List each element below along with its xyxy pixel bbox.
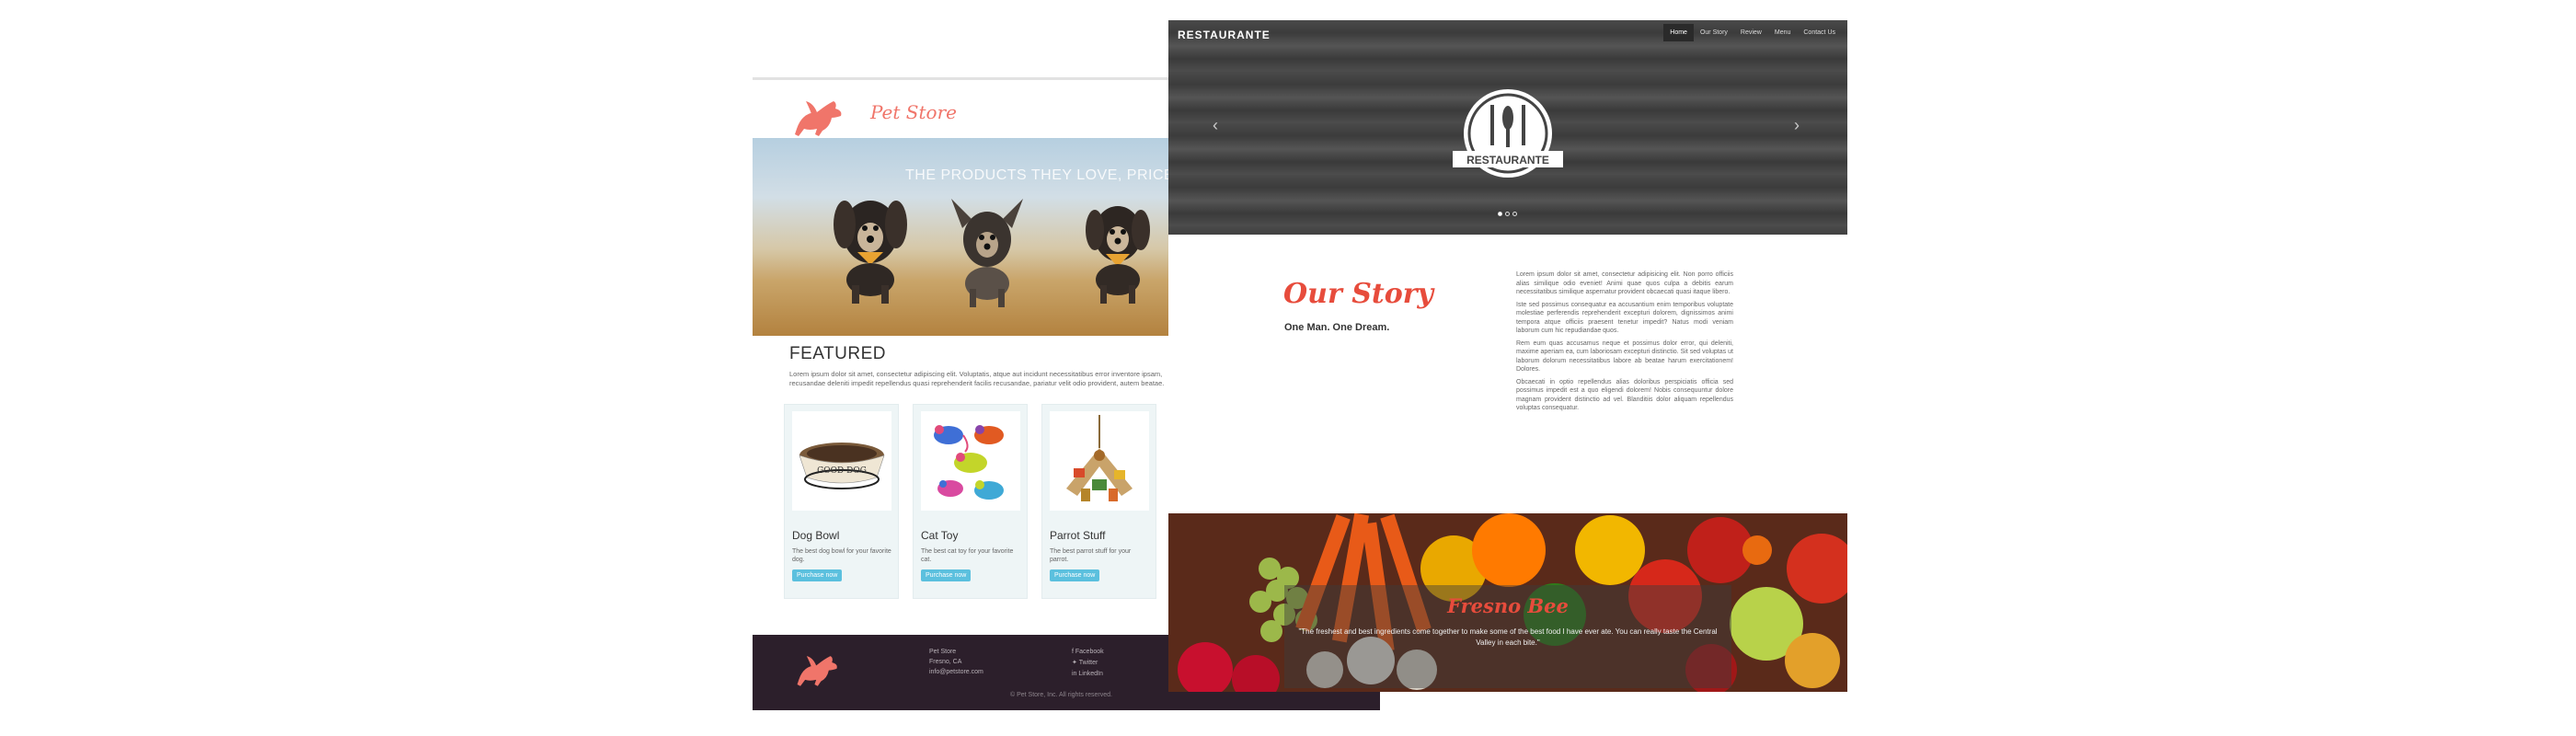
dog-bowl-image: GOOD DOG: [792, 411, 891, 511]
nav-home[interactable]: Home: [1663, 24, 1694, 41]
hero-carousel: RESTAURANTE Home Our Story Review Menu C…: [1168, 20, 1847, 235]
our-story-body: Lorem ipsum dolor sit amet, consectetur …: [1516, 270, 1733, 417]
twitter-icon: ✦: [1072, 660, 1079, 666]
running-dog-logo-icon: [795, 101, 842, 136]
main-nav: Home Our Story Review Menu Contact Us: [1663, 24, 1842, 41]
restaurante-brand[interactable]: RESTAURANTE: [1178, 29, 1271, 41]
footer-copyright: © Pet Store, Inc. All rights reserved.: [1010, 692, 1112, 698]
product-name: Dog Bowl: [792, 529, 840, 542]
dog-bowl-icon: GOOD DOG: [799, 443, 885, 489]
dog-photo-2: [951, 199, 1023, 307]
product-name: Parrot Stuff: [1050, 529, 1106, 542]
our-story-title: Our Story: [1283, 278, 1433, 310]
product-description: The best cat toy for your favorite cat.: [921, 548, 1014, 563]
hero-tagline: THE PRODUCTS THEY LOVE, PRICES THAT: [905, 167, 1168, 183]
hero-banner: THE PRODUCTS THEY LOVE, PRICES THAT: [753, 138, 1168, 336]
featured-description: Lorem ipsum dolor sit amet, consectetur …: [789, 370, 1165, 387]
carousel-dot-active[interactable]: [1498, 212, 1502, 216]
carousel-next-icon[interactable]: ›: [1794, 116, 1800, 135]
footer-social-links: f Facebook ✦ Twitter in LinkedIn: [1072, 647, 1104, 680]
product-name: Cat Toy: [921, 529, 959, 542]
product-description: The best parrot stuff for your parrot.: [1050, 548, 1132, 563]
nav-review[interactable]: Review: [1734, 24, 1768, 41]
story-paragraph: Iste sed possimus consequatur ea accusan…: [1516, 301, 1733, 335]
footer-address-line: Pet Store: [929, 649, 957, 655]
dog-photo-3: [1086, 206, 1150, 304]
cat-toy-image: [921, 411, 1020, 511]
review-quote-text: "The freshest and best ingredients come …: [1298, 627, 1718, 647]
carousel-dot[interactable]: [1512, 212, 1517, 216]
dog-photo-1: [834, 201, 907, 304]
restaurante-mockup: RESTAURANTE Home Our Story Review Menu C…: [1168, 20, 1847, 692]
nav-contact-us[interactable]: Contact Us: [1797, 24, 1842, 41]
footer-dog-logo-icon: [797, 656, 837, 686]
purchase-button[interactable]: Purchase now: [792, 569, 843, 581]
product-card-cat-toy[interactable]: Cat Toy The best cat toy for your favori…: [913, 404, 1028, 599]
carousel-prev-icon[interactable]: ‹: [1213, 116, 1218, 135]
restaurante-emblem-icon: RESTAURANTE: [1453, 89, 1563, 178]
carousel-indicators: [1498, 212, 1517, 216]
toy-mice-icon: [934, 425, 1004, 500]
story-paragraph: Obcaecati in optio repellendus alias dol…: [1516, 378, 1733, 412]
bowl-label: GOOD DOG: [817, 466, 867, 476]
our-story-subtitle: One Man. One Dream.: [1284, 322, 1390, 333]
pet-store-name: Pet Store: [870, 101, 957, 123]
story-paragraph: Lorem ipsum dolor sit amet, consectetur …: [1516, 271, 1733, 295]
facebook-link[interactable]: f Facebook: [1072, 647, 1104, 658]
footer-address-line: Fresno, CA: [929, 659, 962, 665]
twitter-link[interactable]: ✦ Twitter: [1072, 658, 1104, 669]
product-description: The best dog bowl for your favorite dog.: [792, 548, 891, 563]
top-divider: [753, 77, 1176, 80]
linkedin-label: LinkedIn: [1078, 671, 1103, 677]
product-card-parrot-stuff[interactable]: Parrot Stuff The best parrot stuff for y…: [1041, 404, 1156, 599]
carousel-dot[interactable]: [1505, 212, 1510, 216]
nav-our-story[interactable]: Our Story: [1694, 24, 1734, 41]
footer-email-link[interactable]: info@petstore.com: [929, 667, 983, 677]
nav-menu[interactable]: Menu: [1768, 24, 1798, 41]
pet-store-logo[interactable]: Pet Store: [786, 90, 970, 145]
parrot-toy-icon: [1066, 415, 1133, 501]
facebook-label: Facebook: [1075, 649, 1104, 655]
purchase-button[interactable]: Purchase now: [1050, 569, 1100, 581]
footer-address: Pet Store Fresno, CA info@petstore.com: [929, 647, 983, 677]
linkedin-link[interactable]: in LinkedIn: [1072, 669, 1104, 680]
product-card-dog-bowl[interactable]: GOOD DOG Dog Bowl The best dog bowl for …: [784, 404, 899, 599]
featured-heading: FEATURED: [789, 344, 886, 363]
parrot-stuff-image: [1050, 411, 1149, 511]
purchase-button[interactable]: Purchase now: [921, 569, 972, 581]
emblem-text: RESTAURANTE: [1466, 154, 1549, 167]
review-banner: Fresno Bee "The freshest and best ingred…: [1168, 513, 1847, 692]
review-quote-box: Fresno Bee "The freshest and best ingred…: [1284, 585, 1731, 688]
twitter-label: Twitter: [1078, 660, 1098, 666]
story-paragraph: Rem eum quas accusamus neque et possimus…: [1516, 339, 1733, 374]
review-source-title: Fresno Bee: [1447, 594, 1569, 617]
